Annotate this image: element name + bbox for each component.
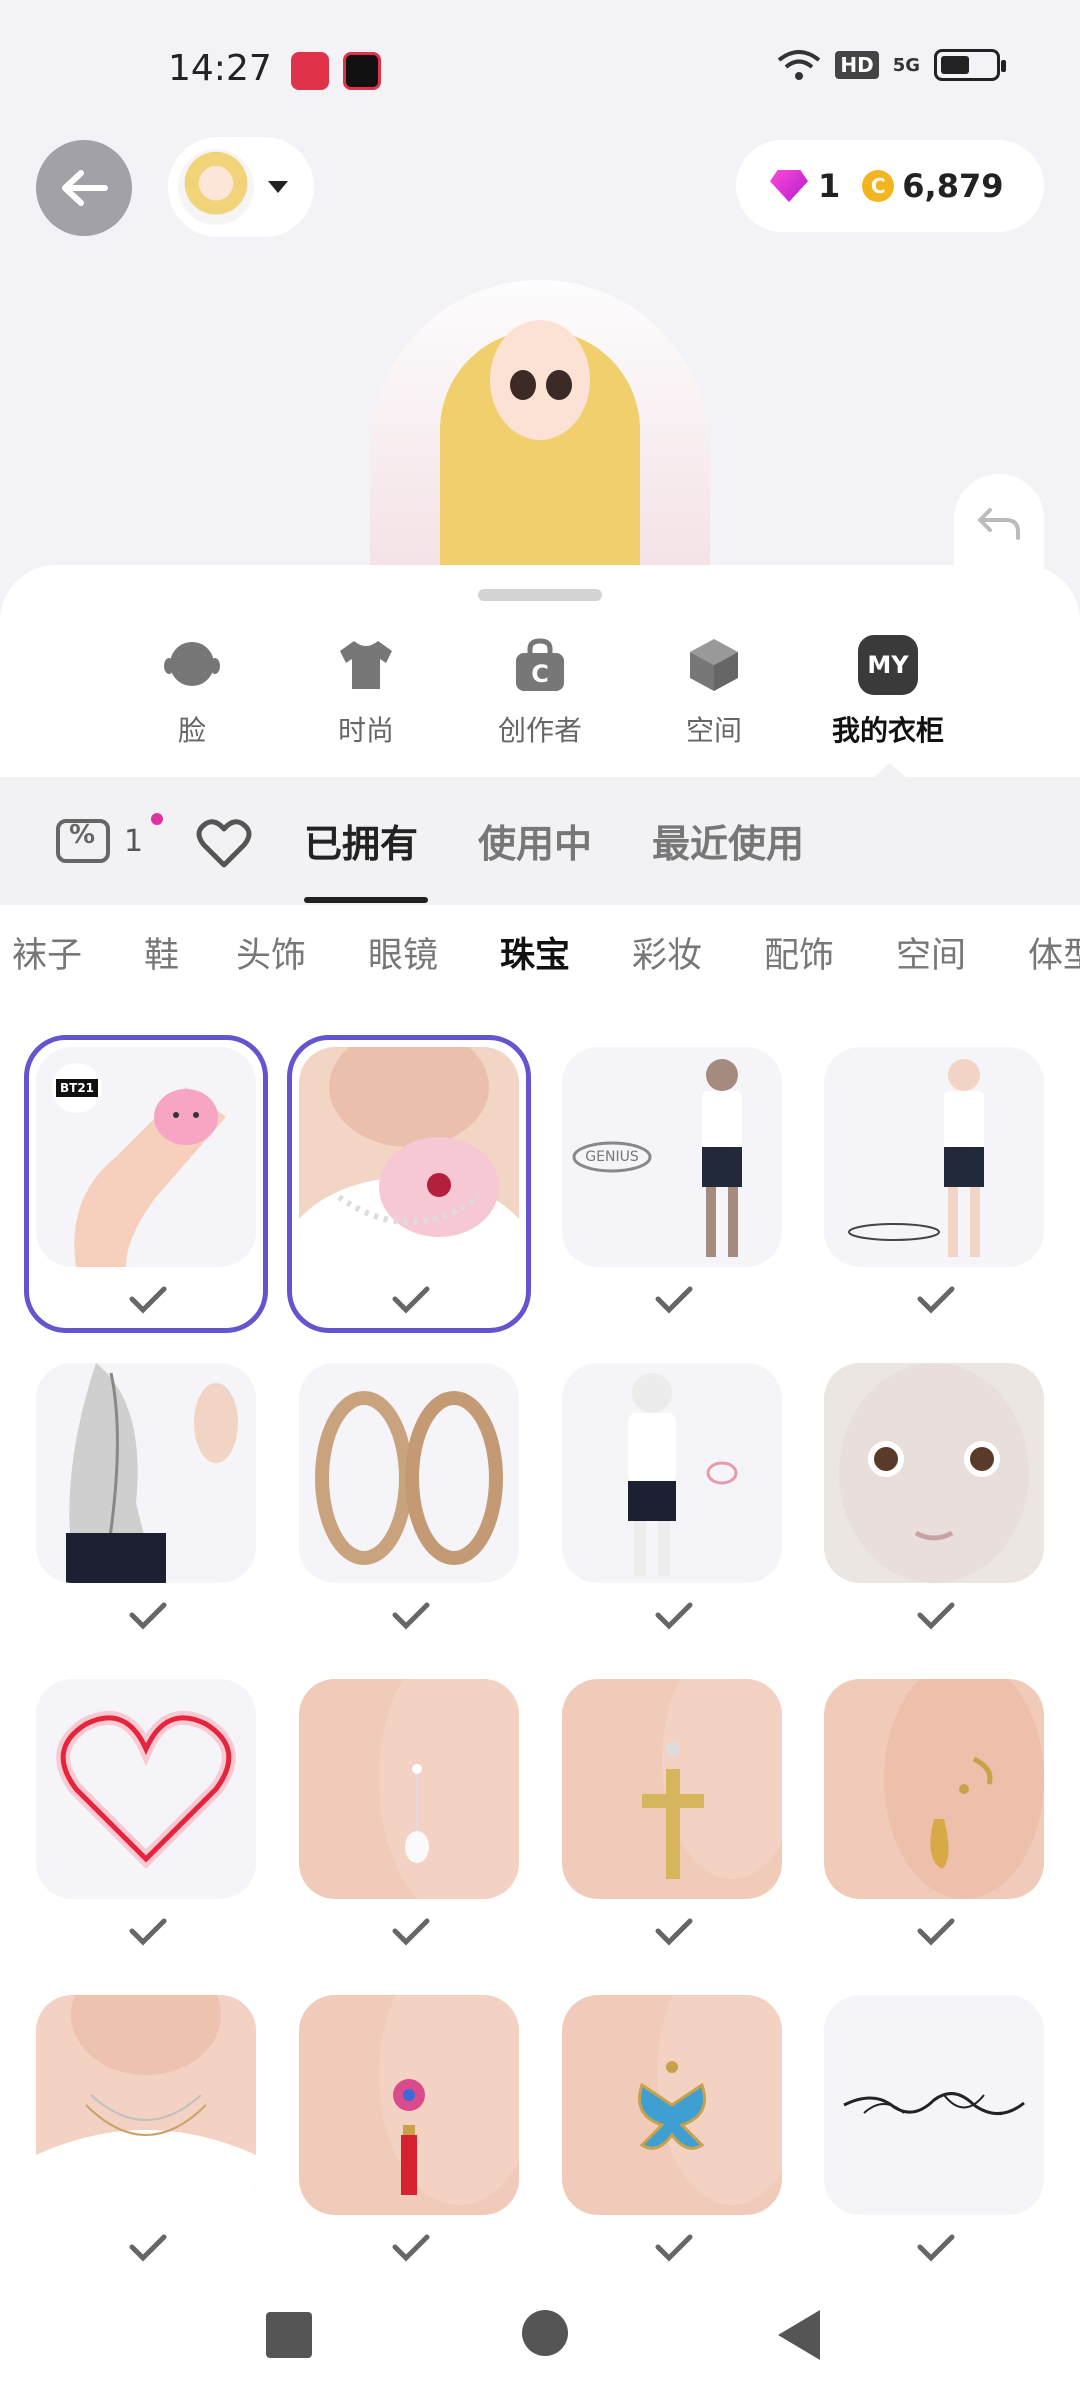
- coin-icon: C: [862, 170, 895, 202]
- item-bt21-bracelet[interactable]: BT21: [24, 1035, 268, 1335]
- undo-icon: [978, 508, 1020, 540]
- signal-icon: 5G: [892, 54, 920, 76]
- item-cross-earring[interactable]: [550, 1667, 790, 1967]
- currency-display[interactable]: 1 C 6,879: [736, 140, 1044, 232]
- tab-space[interactable]: 空间: [644, 635, 784, 749]
- subcat-socks[interactable]: 袜子: [12, 927, 82, 978]
- tab-in-use[interactable]: 使用中: [478, 813, 592, 868]
- nav-back-button[interactable]: [778, 2310, 820, 2360]
- item-silver-hair-earring[interactable]: [24, 1351, 264, 1651]
- check-icon: [392, 1602, 430, 1630]
- check-icon: [917, 1286, 955, 1314]
- home-button[interactable]: [522, 2310, 568, 2356]
- cube-icon: [684, 635, 744, 695]
- coupon-count: 1: [124, 823, 144, 859]
- check-icon: [392, 1918, 430, 1946]
- filter-bar: 1 已拥有 使用中 最近使用: [0, 777, 1080, 905]
- subcat-shoes[interactable]: 鞋: [144, 927, 179, 978]
- undo-button[interactable]: [954, 474, 1044, 574]
- notification-dot: [151, 813, 163, 825]
- status-icons: HD 5G: [777, 48, 1006, 82]
- item-neon-heart[interactable]: [24, 1667, 264, 1967]
- arrow-left-icon: [62, 170, 108, 206]
- system-nav-bar: [0, 2270, 1080, 2400]
- item-layered-necklace[interactable]: [24, 1983, 264, 2283]
- tab-my-closet[interactable]: MY 我的衣柜: [818, 635, 958, 749]
- item-pink-ring[interactable]: [550, 1351, 790, 1651]
- item-genius-halo[interactable]: GENIUS: [550, 1035, 790, 1335]
- subcat-glasses[interactable]: 眼镜: [368, 927, 438, 978]
- status-time: 14:27: [168, 48, 272, 89]
- check-icon: [392, 2234, 430, 2262]
- subcat-accessories[interactable]: 配饰: [764, 927, 834, 978]
- face-icon: [162, 635, 222, 695]
- check-icon: [917, 1602, 955, 1630]
- check-icon: [129, 1286, 167, 1314]
- status-bar: 14:27 HD 5G: [0, 0, 1080, 140]
- back-button[interactable]: [36, 140, 132, 236]
- check-icon: [917, 2234, 955, 2262]
- wardrobe-sheet: 脸 时尚 C 创作者 空间 MY 我的衣柜 % 1 已拥有 使用中 最近使用 袜…: [0, 565, 1080, 2400]
- recents-button[interactable]: [266, 2312, 312, 2358]
- item-face[interactable]: [812, 1351, 1052, 1651]
- wifi-icon: [778, 50, 821, 80]
- active-tab-indicator: [304, 897, 428, 903]
- item-pearl-drop-earring[interactable]: [287, 1667, 527, 1967]
- svg-text:C: C: [531, 660, 549, 688]
- bt21-tag: BT21: [52, 1063, 102, 1113]
- avatar-selector[interactable]: [168, 137, 314, 237]
- check-icon: [129, 1602, 167, 1630]
- check-icon: [655, 1918, 693, 1946]
- tshirt-icon: [336, 635, 396, 695]
- item-pearl-bow-choker[interactable]: [287, 1035, 531, 1335]
- tab-owned[interactable]: 已拥有: [304, 813, 418, 868]
- gem-count: 1: [818, 167, 841, 205]
- subcat-jewelry[interactable]: 珠宝: [500, 927, 570, 978]
- screen-record-icon: [291, 52, 329, 90]
- check-icon: [655, 2234, 693, 2262]
- item-butterfly-earring[interactable]: [550, 1983, 790, 2283]
- subcat-body[interactable]: 体型: [1028, 927, 1080, 978]
- subcategory-bar: 袜子 鞋 头饰 眼镜 珠宝 彩妆 配饰 空间 体型: [0, 927, 1080, 987]
- genius-text: GENIUS: [585, 1149, 639, 1165]
- coupon-icon: [56, 819, 110, 863]
- hd-icon: HD: [835, 51, 879, 79]
- app-notification-icon: [343, 52, 381, 90]
- item-gold-hoop-earrings[interactable]: [287, 1351, 527, 1651]
- subcat-headwear[interactable]: 头饰: [236, 927, 306, 978]
- battery-icon: [934, 49, 1006, 81]
- my-closet-icon: MY: [858, 635, 918, 695]
- item-ground-ring[interactable]: [812, 1035, 1052, 1335]
- chevron-down-icon: [268, 181, 288, 193]
- heart-icon[interactable]: [196, 819, 252, 869]
- check-icon: [129, 2234, 167, 2262]
- gem-icon: [770, 170, 808, 202]
- coin-count: 6,879: [902, 167, 1004, 205]
- coupon-button[interactable]: 1: [56, 813, 163, 863]
- shopping-bag-icon: C: [510, 635, 570, 695]
- check-icon: [655, 1286, 693, 1314]
- tab-creator[interactable]: C 创作者: [470, 635, 610, 749]
- check-icon: [129, 1918, 167, 1946]
- item-gold-ear-cuff[interactable]: [812, 1667, 1052, 1967]
- check-icon: [917, 1918, 955, 1946]
- check-icon: [392, 1286, 430, 1314]
- subcat-space[interactable]: 空间: [896, 927, 966, 978]
- check-icon: [655, 1602, 693, 1630]
- avatar-preview[interactable]: [360, 270, 720, 600]
- tab-fashion[interactable]: 时尚: [296, 635, 436, 749]
- tab-recent[interactable]: 最近使用: [652, 813, 804, 868]
- category-tabs: 脸 时尚 C 创作者 空间 MY 我的衣柜: [0, 635, 1080, 775]
- item-tassel-earring[interactable]: [287, 1983, 527, 2283]
- subcat-makeup[interactable]: 彩妆: [632, 927, 702, 978]
- item-script-name-necklace[interactable]: [812, 1983, 1052, 2283]
- tab-face[interactable]: 脸: [122, 635, 262, 749]
- avatar: [178, 149, 254, 225]
- sheet-handle[interactable]: [478, 589, 602, 601]
